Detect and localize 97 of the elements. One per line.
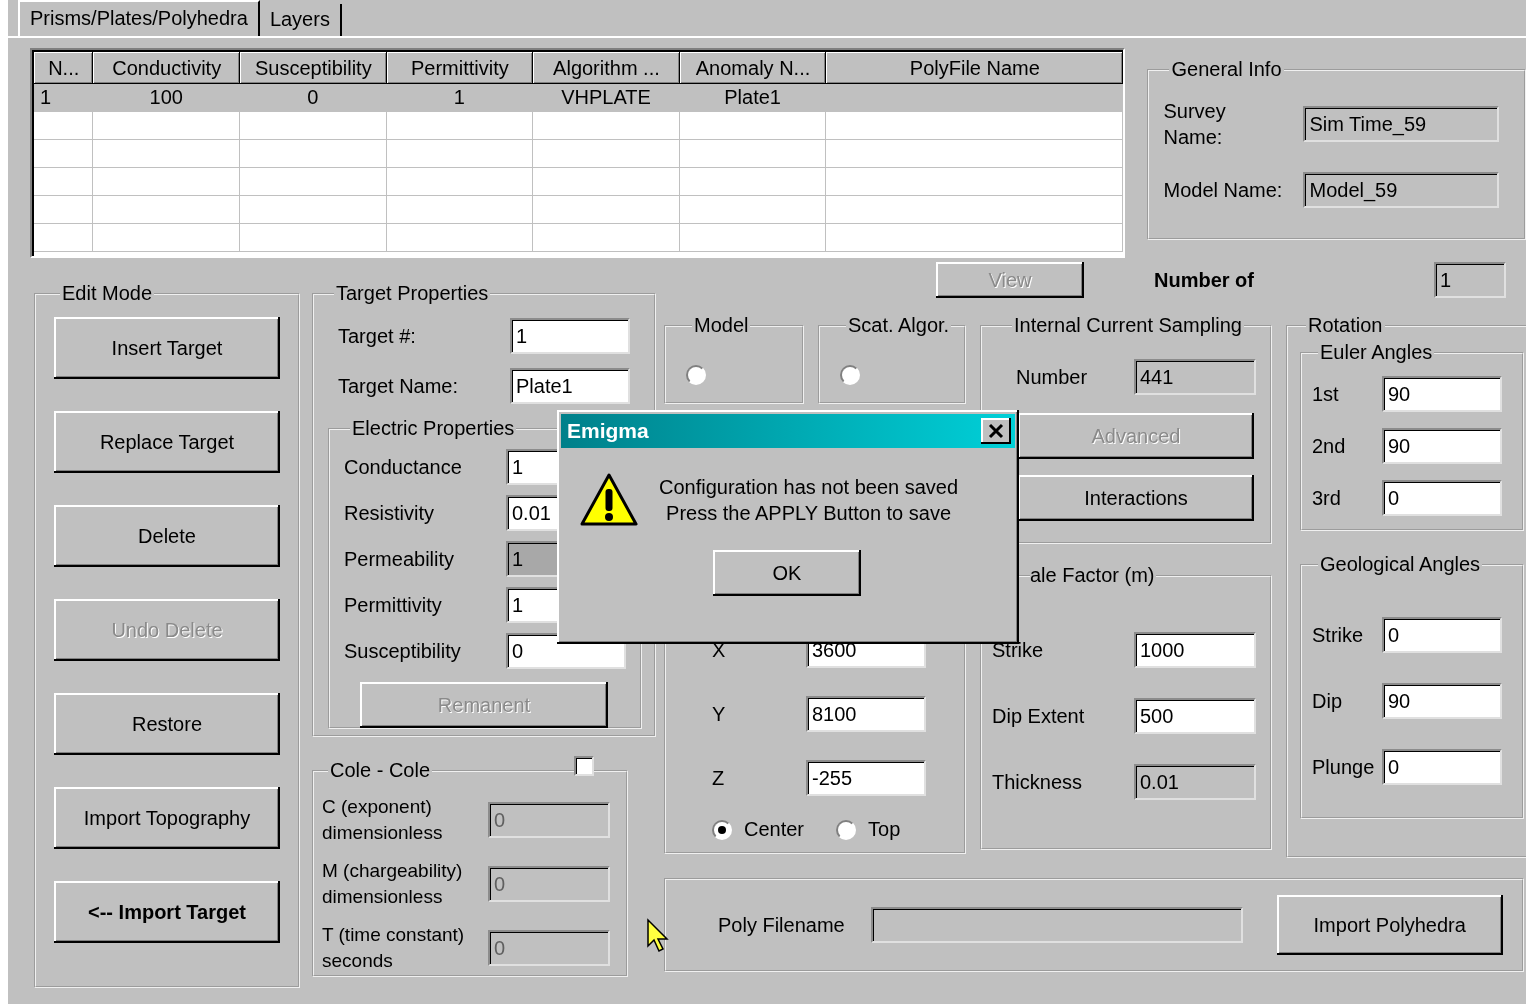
group-title: Electric Properties — [351, 417, 516, 440]
text-field[interactable]: Model_59 — [1303, 172, 1500, 208]
text-field[interactable]: 1000 — [1134, 632, 1256, 668]
table-cell: 1 — [34, 84, 94, 112]
text-field[interactable]: 441 — [1134, 359, 1256, 395]
table-row[interactable]: 1 100 0 1 VHPLATE Plate1 — [34, 84, 1124, 112]
field-label: Permeability — [344, 547, 456, 571]
action-button[interactable]: <-- Import Target — [54, 881, 280, 943]
field-label: Susceptibility — [344, 639, 462, 663]
field-label: 1st — [1312, 382, 1340, 406]
field-label: Strike — [1312, 623, 1365, 647]
text-field[interactable] — [870, 907, 1243, 943]
field-label: Y — [712, 702, 727, 726]
text-field[interactable]: 500 — [1134, 698, 1256, 734]
text-field[interactable]: -255 — [806, 760, 926, 796]
field-label: Survey Name: — [1163, 99, 1227, 150]
dialog-message: Configuration has not been saved Press the APPLY Button to save — [659, 475, 959, 526]
field-label: T (time constant) seconds — [322, 923, 466, 973]
group-title: Scat. Algor. — [847, 314, 951, 337]
group-title: Cole - Cole — [329, 759, 432, 782]
group-title: ale Factor (m) — [1030, 564, 1156, 587]
field-label: Poly Filename — [718, 913, 845, 937]
checkbox[interactable] — [574, 756, 594, 776]
dialog-title: Emigma — [567, 419, 649, 443]
warning-icon — [579, 472, 639, 528]
text-field[interactable]: 0 — [1382, 749, 1502, 785]
radio-label: Center — [744, 818, 805, 841]
table-cell: 1 — [386, 84, 534, 112]
group-title: Euler Angles — [1319, 341, 1434, 364]
radio-button[interactable] — [840, 365, 860, 385]
column-header[interactable]: Conductivity — [93, 52, 240, 84]
action-button[interactable]: Replace Target — [54, 411, 280, 473]
close-button[interactable] — [981, 418, 1011, 444]
field-label: Z — [712, 766, 726, 790]
column-header[interactable]: Anomaly N... — [679, 52, 827, 84]
table-cell: 0 — [240, 84, 387, 112]
group-title: Edit Mode — [61, 282, 154, 305]
field-label: C (exponent) dimensionless — [322, 795, 444, 845]
radio-button[interactable] — [712, 819, 732, 840]
field-label: Conductance — [344, 455, 463, 479]
group-title: Model — [693, 314, 750, 337]
group-title: General Info — [1170, 58, 1283, 81]
field-label: Target Name: — [337, 374, 460, 398]
text-field[interactable]: Plate1 — [510, 368, 630, 404]
group-title: Geological Angles — [1319, 553, 1482, 576]
group-title: Target Properties — [335, 282, 490, 305]
column-header[interactable]: Algorithm ... — [533, 52, 680, 84]
action-button[interactable]: Interactions — [1018, 475, 1254, 521]
group-title: Rotation — [1307, 314, 1384, 337]
mouse-pointer-icon — [646, 918, 670, 954]
text-field[interactable]: 90 — [1382, 683, 1502, 719]
close-icon — [986, 422, 1006, 440]
text-field[interactable]: 90 — [1382, 376, 1502, 412]
radio-label: Top — [868, 818, 901, 841]
table-cell: VHPLATE — [533, 84, 680, 112]
field-label: Permittivity — [344, 593, 443, 617]
text-field[interactable]: 1 — [1434, 262, 1506, 298]
text-field[interactable]: 0 — [1382, 480, 1502, 516]
column-header[interactable]: Permittivity — [386, 52, 534, 84]
tab[interactable]: Prisms/Plates/Polyhedra — [18, 0, 260, 36]
import-button[interactable]: Import Polyhedra — [1276, 895, 1503, 955]
field-label: Resistivity — [344, 501, 435, 525]
table-cell — [34, 140, 94, 168]
field-label: Dip Extent — [992, 704, 1085, 728]
field-label: M (chargeability) dimensionless — [322, 859, 464, 909]
column-header[interactable]: N... — [34, 52, 94, 84]
field-label: Target #: — [337, 324, 417, 348]
field-label: 2nd — [1312, 434, 1347, 458]
text-field[interactable]: Sim Time_59 — [1303, 106, 1500, 142]
table-cell — [34, 168, 94, 196]
field-label: Strike — [992, 638, 1044, 662]
field-label: Number — [1016, 365, 1088, 389]
field-label: Plunge — [1312, 755, 1376, 779]
field-label: Dip — [1312, 689, 1343, 713]
field-label: Thickness — [992, 770, 1083, 794]
field-label: Model Name: — [1163, 178, 1284, 203]
field-label: Number of — [1154, 268, 1255, 292]
action-button[interactable]: Restore — [54, 693, 280, 755]
text-field[interactable]: 90 — [1382, 428, 1502, 464]
radio-button[interactable] — [686, 365, 706, 385]
column-header[interactable]: Susceptibility — [240, 52, 387, 84]
text-field[interactable]: 8100 — [806, 696, 926, 732]
table-cell — [34, 196, 94, 224]
field-label: 3rd — [1312, 486, 1342, 510]
radio-button[interactable] — [836, 819, 857, 840]
table-cell: 100 — [93, 84, 241, 112]
action-button[interactable]: Delete — [54, 505, 280, 567]
column-header[interactable]: PolyFile Name — [826, 52, 1124, 84]
action-button[interactable]: Import Topography — [54, 787, 280, 849]
action-button[interactable]: Insert Target — [54, 317, 280, 379]
ok-button[interactable]: OK — [713, 550, 861, 596]
group-title: Internal Current Sampling — [1013, 314, 1243, 337]
table-cell — [34, 112, 94, 140]
text-field[interactable]: 0 — [1382, 617, 1502, 653]
text-field[interactable]: 1 — [510, 318, 630, 354]
table-cell — [34, 224, 94, 252]
table-cell: Plate1 — [679, 84, 827, 112]
